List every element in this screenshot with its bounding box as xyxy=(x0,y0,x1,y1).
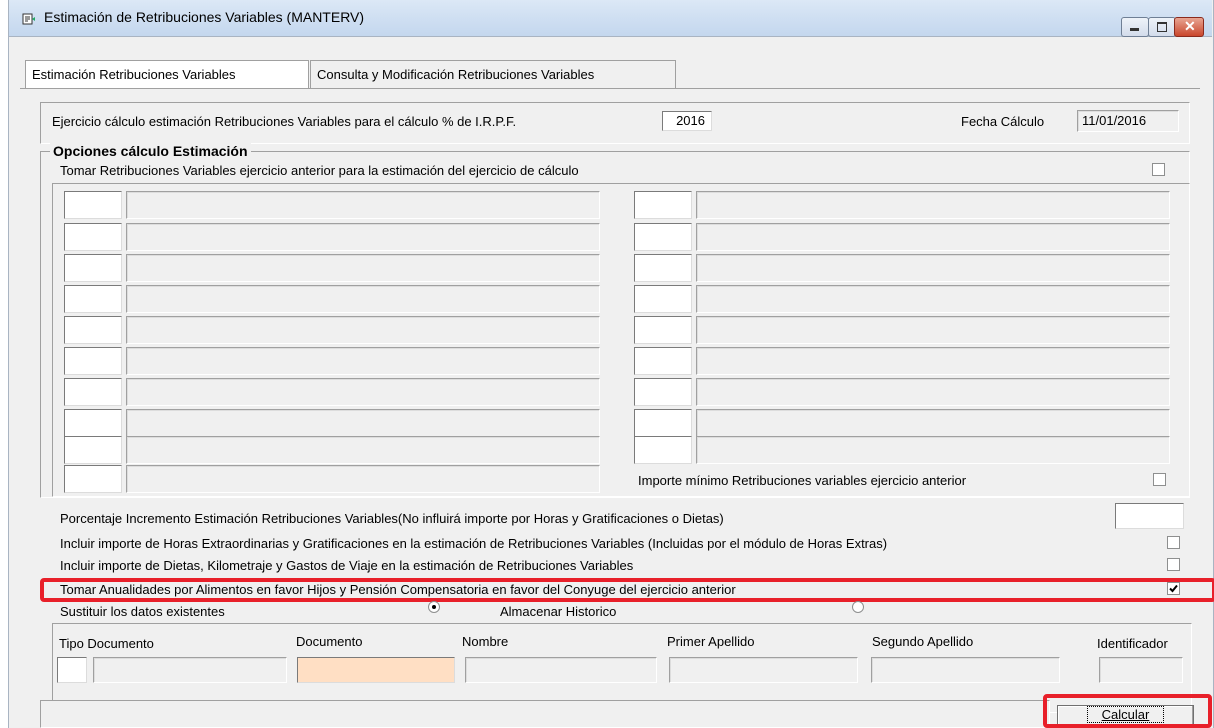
concepto-codigo-right[interactable] xyxy=(634,347,692,375)
concepto-desc-left xyxy=(126,254,600,282)
concepto-codigo-right[interactable] xyxy=(634,409,692,437)
tab-consulta-label: Consulta y Modificación Retribuciones Va… xyxy=(317,67,595,82)
concepto-codigo-left[interactable] xyxy=(64,378,122,406)
concepto-codigo-left[interactable] xyxy=(64,409,122,437)
concepto-desc-left xyxy=(126,465,600,493)
highlight-calcular xyxy=(1043,694,1212,728)
concepto-desc-left xyxy=(126,285,600,313)
concepto-codigo-right[interactable] xyxy=(634,191,692,219)
importe-minimo-checkbox[interactable] xyxy=(1153,473,1166,486)
importe-minimo-label: Importe mínimo Retribuciones variables e… xyxy=(638,473,967,488)
concepto-desc-right xyxy=(696,378,1170,406)
concepto-codigo-left[interactable] xyxy=(64,223,122,251)
highlight-anualidades xyxy=(40,578,1214,602)
concepto-desc-right xyxy=(696,223,1170,251)
concepto-codigo-left[interactable] xyxy=(64,254,122,282)
window-title: Estimación de Retribuciones Variables (M… xyxy=(44,9,365,25)
tipo-documento-label: Tipo Documento xyxy=(59,636,154,651)
concepto-desc-left xyxy=(126,316,600,344)
nombre-label: Nombre xyxy=(462,634,509,649)
porcentaje-label: Porcentaje Incremento Estimación Retribu… xyxy=(60,511,724,526)
concepto-desc-left xyxy=(126,409,600,437)
incluir-dietas-checkbox[interactable] xyxy=(1167,558,1180,571)
close-icon: ✕ xyxy=(1184,18,1196,34)
concepto-desc-right xyxy=(696,316,1170,344)
concepto-codigo-left[interactable] xyxy=(64,347,122,375)
incluir-horas-checkbox[interactable] xyxy=(1167,536,1180,549)
segundo-apellido-label: Segundo Apellido xyxy=(872,634,974,649)
concepto-codigo-right[interactable] xyxy=(634,254,692,282)
tab-estimacion-label: Estimación Retribuciones Variables xyxy=(32,67,236,82)
sustituir-label: Sustituir los datos existentes xyxy=(60,604,225,619)
concepto-codigo-right[interactable] xyxy=(634,378,692,406)
minimize-icon xyxy=(1130,28,1139,31)
concepto-desc-right xyxy=(696,347,1170,375)
ejercicio-label: Ejercicio cálculo estimación Retribucion… xyxy=(52,114,517,129)
identificador-field xyxy=(1099,657,1183,683)
almacenar-label: Almacenar Historico xyxy=(500,604,617,619)
concepto-codigo-right[interactable] xyxy=(634,316,692,344)
identificador-label: Identificador xyxy=(1097,636,1168,651)
opciones-legend: Opciones cálculo Estimación xyxy=(50,143,251,159)
concepto-codigo-left[interactable] xyxy=(64,436,122,464)
concepto-desc-right xyxy=(696,409,1170,437)
concepto-codigo-left[interactable] xyxy=(64,285,122,313)
concepto-codigo-right[interactable] xyxy=(634,285,692,313)
concepto-desc-right xyxy=(696,254,1170,282)
concepto-codigo-left[interactable] xyxy=(64,191,122,219)
nombre-field xyxy=(465,657,657,683)
concepto-codigo-right[interactable] xyxy=(634,223,692,251)
ejercicio-field[interactable]: 2016 xyxy=(662,111,712,131)
close-button[interactable]: ✕ xyxy=(1174,17,1204,37)
fecha-field: 11/01/2016 xyxy=(1077,110,1179,132)
incluir-dietas-label: Incluir importe de Dietas, Kilometraje y… xyxy=(60,558,634,573)
status-bar xyxy=(40,700,1050,728)
concepto-desc-left xyxy=(126,191,600,219)
tomar-anterior-checkbox[interactable] xyxy=(1152,163,1165,176)
minimize-button[interactable] xyxy=(1121,17,1149,37)
almacenar-radio[interactable] xyxy=(852,601,864,613)
concepto-desc-left xyxy=(126,223,600,251)
concepto-codigo-left[interactable] xyxy=(64,465,122,493)
maximize-icon xyxy=(1157,22,1167,32)
app-icon xyxy=(22,13,35,25)
incluir-horas-label: Incluir importe de Horas Extraordinarias… xyxy=(60,536,888,551)
porcentaje-field[interactable] xyxy=(1115,503,1184,529)
tab-estimacion[interactable]: Estimación Retribuciones Variables xyxy=(25,60,309,88)
concepto-desc-right xyxy=(696,436,1170,464)
concepto-codigo-right[interactable] xyxy=(634,436,692,464)
concepto-desc-left xyxy=(126,378,600,406)
concepto-desc-left xyxy=(126,347,600,375)
tipo-documento-desc xyxy=(93,657,287,683)
tomar-anterior-label: Tomar Retribuciones Variables ejercicio … xyxy=(60,163,579,178)
documento-label: Documento xyxy=(296,634,363,649)
tipo-documento-field[interactable] xyxy=(57,657,87,683)
sustituir-radio[interactable] xyxy=(428,601,440,613)
tab-consulta[interactable]: Consulta y Modificación Retribuciones Va… xyxy=(310,60,676,88)
fecha-label: Fecha Cálculo xyxy=(961,114,1045,129)
radio-dot-icon xyxy=(432,605,436,609)
primer-apellido-label: Primer Apellido xyxy=(667,634,755,649)
concepto-desc-left xyxy=(126,436,600,464)
primer-apellido-field xyxy=(669,657,858,683)
segundo-apellido-field xyxy=(871,657,1060,683)
documento-field[interactable] xyxy=(297,657,455,683)
maximize-button[interactable] xyxy=(1148,17,1176,37)
concepto-codigo-left[interactable] xyxy=(64,316,122,344)
concepto-desc-right xyxy=(696,285,1170,313)
concepto-desc-right xyxy=(696,191,1170,219)
